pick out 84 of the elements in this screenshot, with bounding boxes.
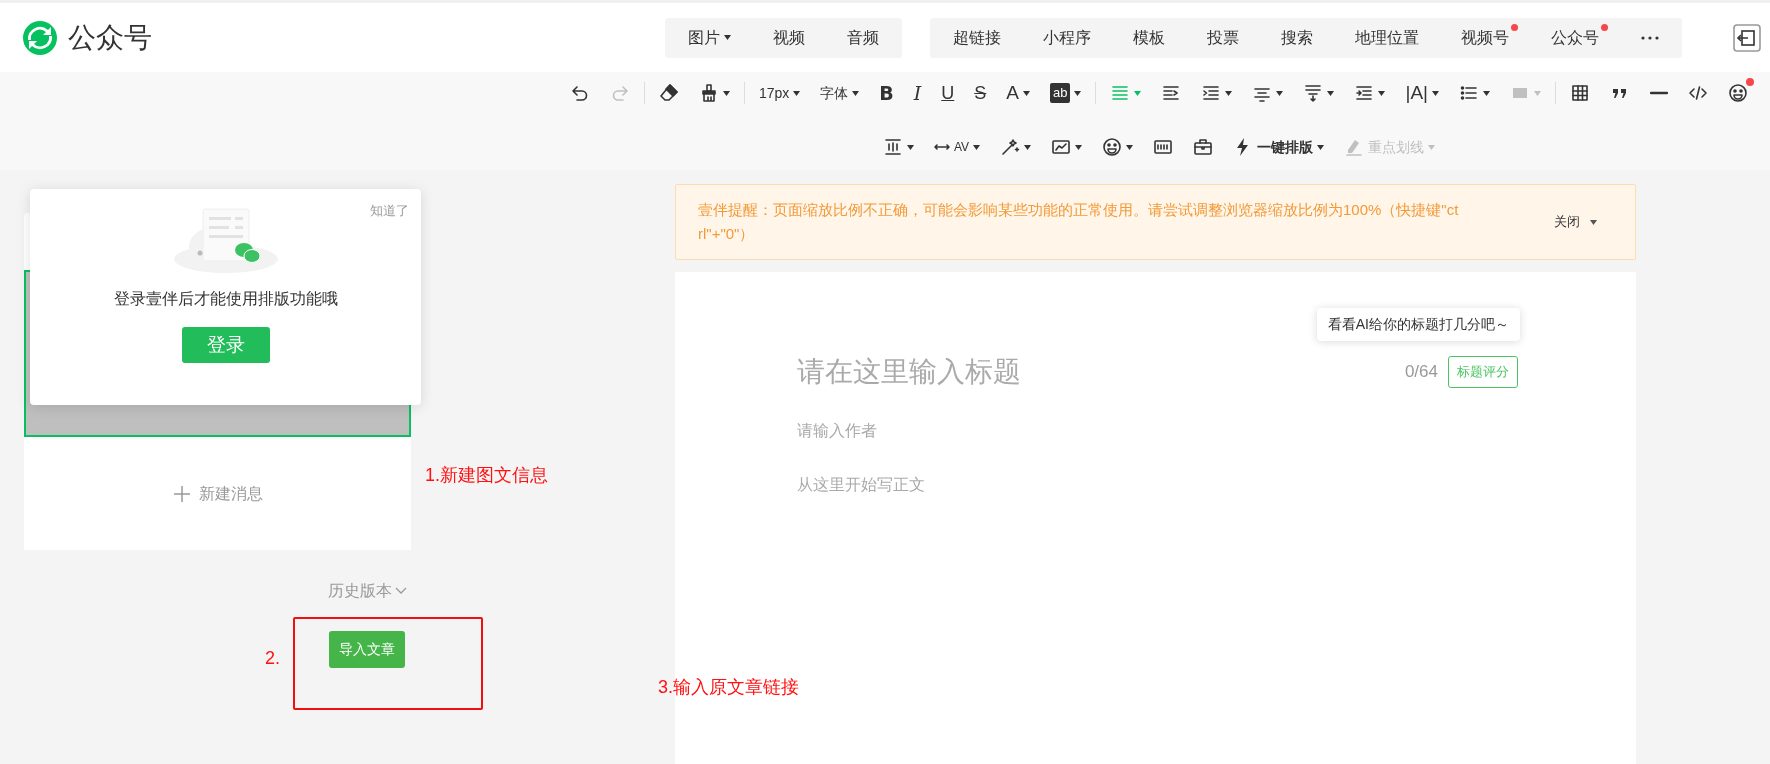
highlighter-icon <box>1344 137 1364 157</box>
horizontal-rule-icon <box>1650 91 1668 95</box>
caret-icon <box>724 35 731 40</box>
notification-dot <box>1601 23 1608 31</box>
vertical-spacing-icon <box>882 137 903 157</box>
font-size-dropdown[interactable]: 17px <box>748 76 811 110</box>
caret-icon <box>1378 90 1386 96</box>
magic-wand-icon <box>1000 137 1020 157</box>
insert-menu-item[interactable]: 投票 <box>1186 17 1260 58</box>
caret-icon <box>1075 144 1082 150</box>
annotation-text: 2. <box>265 647 280 670</box>
exit-icon <box>1732 22 1762 53</box>
insert-menu-item[interactable]: 视频 <box>752 17 826 58</box>
more-icon <box>1641 35 1659 40</box>
plus-icon <box>172 484 191 503</box>
insert-menu-item[interactable]: 小程序 <box>1022 17 1112 58</box>
bg-color-button[interactable]: ab <box>1040 76 1092 110</box>
font-family-dropdown[interactable]: 字体 <box>810 76 870 110</box>
briefcase-icon <box>1193 137 1213 157</box>
app-title: 公众号 <box>68 20 152 55</box>
chart-icon <box>1051 137 1071 157</box>
caret-icon <box>1134 90 1142 96</box>
letter-spacing-button[interactable]: AV <box>923 130 990 164</box>
bold-button[interactable]: B <box>869 76 904 110</box>
tooltip: 看看AI给你的标题打几分吧～ <box>1316 308 1520 341</box>
list-icon <box>1459 83 1479 103</box>
caret-icon <box>906 144 914 150</box>
notice-text: 壹伴提醒：页面缩放比例不正确，可能会影响某些功能的正常使用。请尝试调整浏览器缩放比例为100%（快捷键"ctrl"+"0"） <box>698 200 1460 244</box>
font-color-button[interactable]: A <box>996 76 1040 110</box>
login-prompt: 登录壹伴后才能使用排版功能哦 <box>113 289 338 309</box>
italic-button[interactable]: I <box>903 76 932 110</box>
logo-icon <box>22 19 58 56</box>
author-input[interactable]: 请输入作者 <box>795 418 1115 444</box>
insert-menu-item[interactable]: 图片 <box>667 17 752 58</box>
emoji-icon <box>1728 83 1748 103</box>
insert-menu-item[interactable]: 超链接 <box>932 17 1022 58</box>
code-box-icon <box>1153 137 1173 157</box>
caret-icon <box>1126 144 1133 150</box>
indent-icon <box>1201 83 1222 103</box>
caret-icon <box>1327 90 1335 96</box>
caret-icon <box>1428 144 1435 150</box>
table-icon <box>1570 83 1590 103</box>
notification-dot <box>1746 78 1754 86</box>
insert-menu-item[interactable]: 公众号 <box>1530 17 1620 58</box>
indent-icon <box>1161 83 1182 103</box>
insert-menu-item[interactable]: 视频号 <box>1440 17 1530 58</box>
character-counter: 0/64 <box>1404 361 1438 384</box>
insert-menu-item[interactable]: 音频 <box>826 17 900 58</box>
caret-icon <box>973 144 980 150</box>
caret-icon <box>793 90 801 96</box>
insert-menu-item[interactable]: 模板 <box>1112 17 1186 58</box>
annotation-text: 1.新建图文信息 <box>425 464 548 487</box>
paragraph-spacing-icon <box>1303 83 1324 103</box>
caret-icon <box>1276 90 1284 96</box>
eraser-icon <box>658 83 679 103</box>
caret-icon <box>1024 144 1031 150</box>
caret-icon <box>1074 90 1082 96</box>
chevron-icon <box>394 587 407 595</box>
caret-icon <box>1590 219 1597 225</box>
body-input[interactable]: 从这里开始写正文 <box>795 472 1115 498</box>
code-icon <box>1688 83 1708 103</box>
insert-menu-item[interactable]: 搜索 <box>1260 17 1334 58</box>
emoji-icon <box>1102 137 1122 157</box>
undo-icon <box>569 83 590 103</box>
underline-button[interactable]: U <box>931 76 965 110</box>
align-icon <box>1110 83 1131 103</box>
notification-dot <box>1511 23 1518 31</box>
text-indent-icon <box>1354 83 1375 103</box>
close-dropdown[interactable]: 关闭 <box>1548 211 1603 233</box>
double-arrow-icon <box>933 144 950 150</box>
caret-icon <box>722 90 730 96</box>
caret-icon <box>1534 90 1541 96</box>
caret-icon <box>1023 90 1030 96</box>
strike-button[interactable]: S <box>964 76 997 110</box>
letter-fit-button[interactable]: |A| <box>1395 76 1449 110</box>
annotation-text: 3.输入原文章链接 <box>658 676 799 699</box>
caret-icon <box>1317 144 1324 150</box>
insert-menu-item[interactable]: 地理位置 <box>1334 17 1440 58</box>
caret-icon <box>1225 90 1233 96</box>
caret-icon <box>1483 90 1490 96</box>
title-input[interactable]: 请在这里输入标题 <box>795 350 1405 394</box>
caret-icon <box>852 90 860 96</box>
caret-icon <box>1432 90 1439 96</box>
bolt-button[interactable]: 一键排版 <box>1223 130 1334 164</box>
